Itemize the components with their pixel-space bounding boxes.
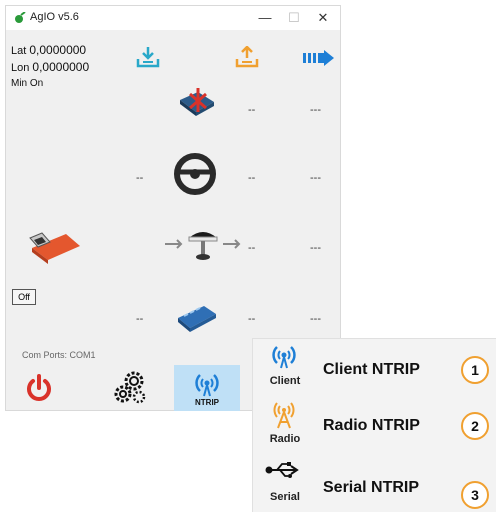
lat-label: Lat: [11, 45, 27, 57]
upload-tray-icon[interactable]: [235, 46, 259, 68]
ntrip-button[interactable]: NTRIP: [174, 365, 240, 411]
forward-arrow-icon[interactable]: [303, 50, 335, 66]
lat-row: Lat 0,0000000: [11, 43, 86, 57]
com-ports-label: Com Ports:: [22, 350, 68, 360]
download-tray-icon[interactable]: [136, 46, 160, 68]
off-button[interactable]: Off: [12, 289, 36, 305]
client-ntrip-label: Client NTRIP: [323, 361, 420, 378]
maximize-button[interactable]: ☐: [279, 8, 309, 28]
radio-number-badge: 2: [461, 412, 489, 440]
ntrip-broadcast-icon: [195, 374, 219, 397]
menu-item-serial-ntrip[interactable]: Serial Serial NTRIP 3: [253, 455, 496, 512]
com-ports-value: COM1: [69, 350, 96, 360]
gps-status-a: --: [248, 242, 256, 254]
machine-board-icon[interactable]: [174, 300, 218, 334]
minimize-button[interactable]: —: [250, 8, 280, 28]
gps-status-b: ---: [310, 242, 321, 254]
serial-number-badge: 3: [461, 481, 489, 509]
lat-value: 0,0000000: [29, 43, 87, 57]
ntrip-menu-panel: Client Client NTRIP 1 Radio Radio NTRIP …: [252, 338, 496, 512]
power-icon[interactable]: [26, 374, 52, 402]
steering-wheel-icon[interactable]: [173, 152, 217, 196]
lon-label: Lon: [11, 62, 30, 74]
app-icon: [15, 12, 26, 23]
lon-value: 0,0000000: [32, 60, 90, 74]
serial-ntrip-label: Serial NTRIP: [323, 479, 420, 496]
client-icon: [272, 346, 296, 369]
steer-status-a: --: [248, 172, 256, 184]
min-label: Min: [11, 78, 28, 89]
steer-status-left: --: [136, 172, 144, 184]
lon-row: Lon 0,0000000: [11, 60, 89, 74]
ntrip-button-label: NTRIP: [195, 398, 219, 407]
imu-board-icon[interactable]: [176, 86, 218, 120]
machine-status-b: ---: [310, 313, 321, 325]
min-row: Min On: [11, 78, 43, 89]
settings-gears-icon[interactable]: [112, 369, 148, 405]
radio-short-label: Radio: [269, 433, 301, 445]
machine-status-left: --: [136, 313, 144, 325]
imu-status-a: --: [248, 104, 256, 116]
menu-item-radio-ntrip[interactable]: Radio Radio NTRIP 2: [253, 397, 496, 455]
title-bar: AgIO v5.6 — ☐ ✕: [6, 6, 340, 30]
radio-ntrip-label: Radio NTRIP: [323, 417, 420, 434]
serial-short-label: Serial: [270, 491, 300, 503]
machine-status-a: --: [248, 313, 256, 325]
gps-antenna-icon[interactable]: [163, 224, 243, 264]
menu-item-client-ntrip[interactable]: Client Client NTRIP 1: [253, 339, 496, 397]
client-number-badge: 1: [461, 356, 489, 384]
steer-status-b: ---: [310, 172, 321, 184]
min-value: On: [29, 78, 44, 89]
imu-status-b: ---: [310, 104, 321, 116]
usb-icon: [265, 462, 299, 478]
close-button[interactable]: ✕: [308, 8, 338, 28]
client-short-label: Client: [269, 375, 301, 387]
ethernet-module-icon[interactable]: [26, 226, 82, 266]
window-title: AgIO v5.6: [30, 11, 79, 23]
com-ports: Com Ports: COM1: [22, 350, 96, 360]
radio-icon: [273, 402, 295, 429]
